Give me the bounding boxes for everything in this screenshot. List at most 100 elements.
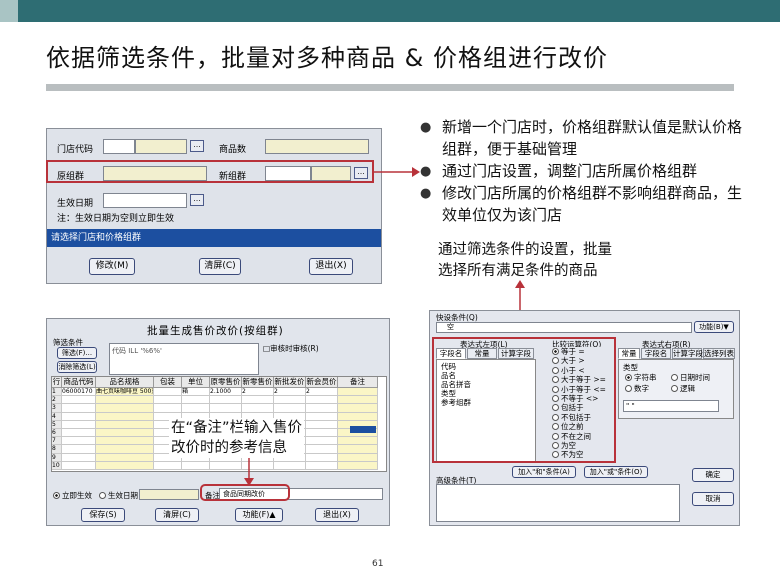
- table-cell[interactable]: 2: [306, 388, 338, 397]
- table-cell[interactable]: [306, 420, 338, 429]
- table-cell[interactable]: [210, 404, 242, 413]
- column-header[interactable]: 新零售价: [242, 377, 274, 388]
- right-tab[interactable]: 常量: [618, 348, 640, 359]
- table-cell[interactable]: [306, 412, 338, 421]
- table-cell[interactable]: 1: [52, 388, 62, 397]
- right-tab[interactable]: 字段名: [641, 348, 671, 359]
- column-header[interactable]: 行: [52, 377, 62, 388]
- exit-button[interactable]: 退出(X): [309, 258, 353, 275]
- table-cell[interactable]: 曲七页味咖啡豆 500克 S61F: [96, 388, 154, 397]
- effective-date-browse-button[interactable]: ...: [190, 194, 204, 206]
- table-cell[interactable]: [62, 412, 96, 421]
- effective-date-radio[interactable]: 生效日期: [99, 491, 138, 500]
- table-cell[interactable]: [274, 461, 306, 470]
- table-cell[interactable]: [96, 396, 154, 405]
- table-cell[interactable]: 7: [52, 437, 62, 446]
- table-cell[interactable]: [274, 396, 306, 405]
- effective-date-input[interactable]: [103, 193, 187, 208]
- right-tab[interactable]: 计算字段: [672, 348, 703, 359]
- table-cell[interactable]: [154, 404, 182, 413]
- filter-function-button[interactable]: 功能(B)▼: [694, 321, 734, 333]
- table-cell[interactable]: [338, 437, 378, 446]
- filter-button[interactable]: 筛选(F)...: [57, 347, 97, 359]
- cancel-filter-button[interactable]: 消除筛选(L): [57, 361, 97, 373]
- table-cell[interactable]: 10: [52, 461, 62, 470]
- table-cell[interactable]: [306, 445, 338, 454]
- right-value-input[interactable]: " ": [623, 400, 719, 412]
- current-cond-text[interactable]: [436, 484, 680, 522]
- table-cell[interactable]: [210, 396, 242, 405]
- table-cell[interactable]: 5: [52, 420, 62, 429]
- column-header[interactable]: 新批发价: [274, 377, 306, 388]
- immediate-radio[interactable]: 立即生效: [53, 491, 92, 500]
- confirm-button[interactable]: 确定: [692, 468, 734, 482]
- store-code-input[interactable]: [103, 139, 135, 154]
- table-cell[interactable]: [338, 404, 378, 413]
- type-radio[interactable]: 逻辑: [671, 384, 695, 393]
- column-header[interactable]: 备注: [338, 377, 378, 388]
- table-cell[interactable]: [182, 404, 210, 413]
- table-cell[interactable]: [62, 445, 96, 454]
- table-cell[interactable]: [306, 396, 338, 405]
- table-cell[interactable]: [96, 437, 154, 446]
- table-cell[interactable]: 4: [52, 412, 62, 421]
- table-cell[interactable]: [210, 461, 242, 470]
- column-header[interactable]: 品名规格: [96, 377, 154, 388]
- table-cell[interactable]: [96, 420, 154, 429]
- table-cell[interactable]: [62, 437, 96, 446]
- table-cell[interactable]: [242, 404, 274, 413]
- add-or-button[interactable]: 加入"或"条件(O): [584, 466, 648, 478]
- table-cell[interactable]: [338, 412, 378, 421]
- table-cell[interactable]: 2: [274, 388, 306, 397]
- table-cell[interactable]: [62, 461, 96, 470]
- batch-exit-button[interactable]: 退出(X): [315, 508, 359, 522]
- table-cell[interactable]: 2: [52, 396, 62, 405]
- modify-button[interactable]: 修改(M): [89, 258, 135, 275]
- batch-clear-button[interactable]: 清屏(C): [155, 508, 199, 522]
- table-cell[interactable]: [338, 445, 378, 454]
- table-cell[interactable]: [338, 461, 378, 470]
- table-cell[interactable]: [306, 437, 338, 446]
- table-cell[interactable]: 8: [52, 445, 62, 454]
- add-and-button[interactable]: 加入"和"条件(A): [512, 466, 576, 478]
- table-cell[interactable]: [96, 445, 154, 454]
- function-button[interactable]: 功能(F)▲: [235, 508, 283, 522]
- table-cell[interactable]: [96, 453, 154, 462]
- table-cell[interactable]: [96, 412, 154, 421]
- clear-button[interactable]: 清屏(C): [199, 258, 241, 275]
- recheck-checkbox[interactable]: □审核时审核(R): [263, 343, 319, 354]
- table-cell[interactable]: 9: [52, 453, 62, 462]
- table-cell[interactable]: [96, 461, 154, 470]
- table-cell[interactable]: 3: [52, 404, 62, 413]
- column-header[interactable]: 商品代码: [62, 377, 96, 388]
- table-cell[interactable]: [306, 404, 338, 413]
- table-cell[interactable]: [242, 396, 274, 405]
- table-cell[interactable]: [306, 461, 338, 470]
- table-cell[interactable]: [154, 461, 182, 470]
- table-cell[interactable]: [306, 429, 338, 438]
- table-cell[interactable]: 06000170: [62, 388, 96, 397]
- cancel-button[interactable]: 取消: [692, 492, 734, 506]
- table-cell[interactable]: [62, 453, 96, 462]
- save-button[interactable]: 保存(S): [81, 508, 125, 522]
- table-cell[interactable]: [96, 404, 154, 413]
- table-cell[interactable]: [62, 429, 96, 438]
- table-cell[interactable]: [338, 388, 378, 397]
- table-cell[interactable]: 6: [52, 429, 62, 438]
- table-cell[interactable]: [96, 429, 154, 438]
- table-cell[interactable]: 2: [242, 388, 274, 397]
- table-cell[interactable]: [274, 404, 306, 413]
- table-cell[interactable]: [154, 396, 182, 405]
- column-header[interactable]: 新会员价: [306, 377, 338, 388]
- type-radio[interactable]: 日期时间: [671, 373, 710, 382]
- table-cell[interactable]: [338, 396, 378, 405]
- column-header[interactable]: 原零售价: [210, 377, 242, 388]
- table-cell[interactable]: [182, 396, 210, 405]
- column-header[interactable]: 包装: [154, 377, 182, 388]
- quick-set-select[interactable]: 空: [436, 322, 692, 333]
- table-cell[interactable]: [62, 404, 96, 413]
- table-cell[interactable]: [62, 420, 96, 429]
- table-cell[interactable]: [154, 388, 182, 397]
- table-cell[interactable]: 2.1000: [210, 388, 242, 397]
- store-code-browse-button[interactable]: ...: [190, 140, 204, 152]
